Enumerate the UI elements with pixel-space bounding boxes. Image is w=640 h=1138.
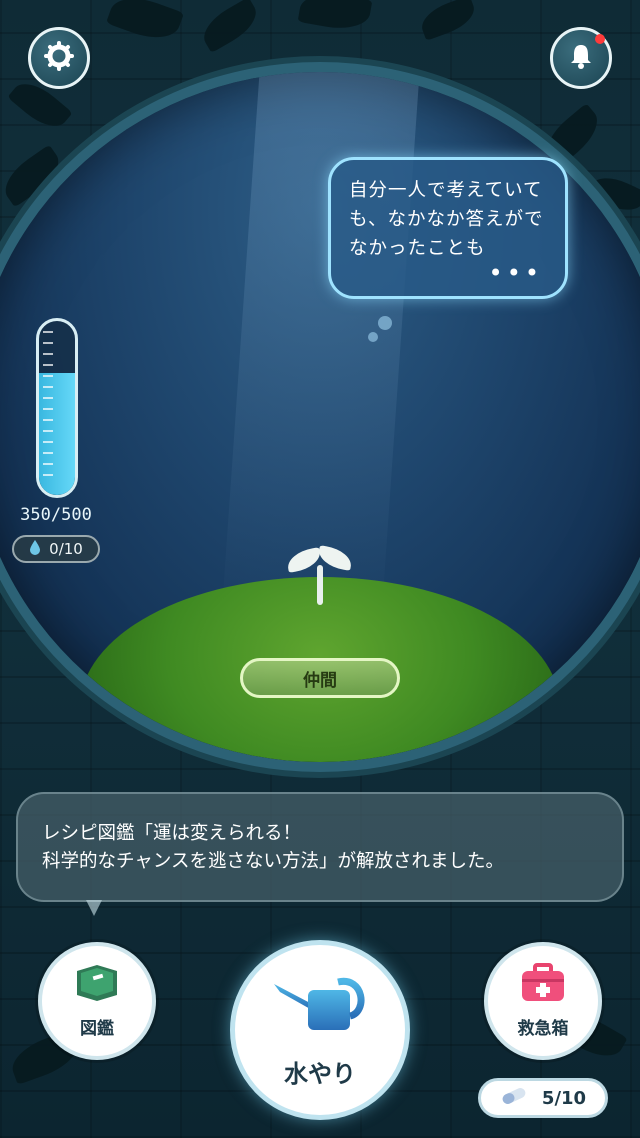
- thought-puff: [378, 316, 392, 330]
- watering-can-icon: [272, 972, 368, 1042]
- thought-puff: [368, 332, 378, 342]
- water-gauge-label: 350/500: [20, 505, 92, 525]
- drop-counter: 0/10: [12, 535, 100, 563]
- friends-button[interactable]: 仲間: [240, 658, 400, 698]
- water-gauge: [36, 318, 78, 498]
- first-aid-label: 救急箱: [517, 1019, 569, 1039]
- thought-more-dots: •••: [488, 259, 543, 287]
- first-aid-kit-icon: [520, 963, 566, 1008]
- drop-counter-value: 0/10: [49, 540, 83, 558]
- encyclopedia-label: 図鑑: [80, 1019, 114, 1039]
- notifications-button[interactable]: [550, 27, 612, 89]
- settings-button[interactable]: [28, 27, 90, 89]
- gear-icon: [44, 41, 74, 75]
- book-icon: [71, 963, 123, 1008]
- first-aid-button[interactable]: 救急箱: [484, 942, 602, 1060]
- water-button[interactable]: 水やり: [230, 940, 410, 1120]
- capsule-icon: [500, 1087, 528, 1109]
- unlock-message-line2: 科学的なチャンスを逃さない方法」が解放されました。: [42, 851, 504, 872]
- thought-bubble[interactable]: 自分一人で考えていても、なかなか答えがでなかったことも •••: [328, 157, 568, 299]
- pill-counter-value: 5/10: [541, 1087, 587, 1109]
- notification-dot: [595, 34, 605, 44]
- unlock-message: レシピ図鑑「運は変えられる！ 科学的なチャンスを逃さない方法」が解放されました。: [16, 792, 624, 902]
- water-gauge-ticks: [43, 331, 53, 485]
- encyclopedia-button[interactable]: 図鑑: [38, 942, 156, 1060]
- water-drop-icon: [29, 539, 41, 559]
- bell-icon: [566, 41, 596, 75]
- unlock-message-line1: レシピ図鑑「運は変えられる！: [42, 823, 302, 844]
- water-button-label: 水やり: [284, 1059, 356, 1088]
- message-tail: [86, 900, 102, 916]
- thought-text: 自分一人で考えていても、なかなか答えがでなかったことも: [349, 180, 544, 259]
- pill-counter: 5/10: [478, 1078, 608, 1118]
